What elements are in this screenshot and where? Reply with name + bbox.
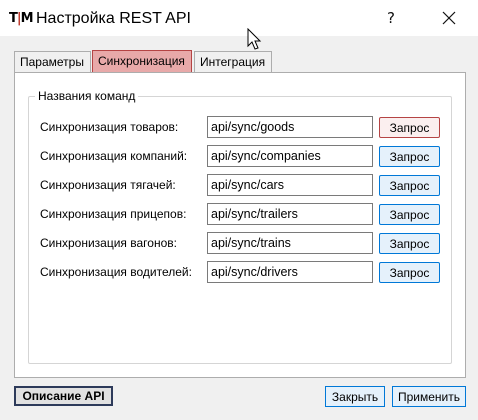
companies-request-button[interactable]: Запрос xyxy=(379,146,440,167)
window-title: Настройка REST API xyxy=(36,10,191,27)
row-label: Синхронизация компаний: xyxy=(40,149,188,163)
row-companies: Синхронизация компаний: Запрос xyxy=(29,145,453,167)
help-icon: ? xyxy=(387,9,395,27)
trains-request-button[interactable]: Запрос xyxy=(379,233,440,254)
drivers-request-button[interactable]: Запрос xyxy=(379,262,440,283)
goods-request-button[interactable]: Запрос xyxy=(379,117,440,138)
row-trailers: Синхронизация прицепов: Запрос xyxy=(29,203,453,225)
row-label: Синхронизация водителей: xyxy=(40,265,192,279)
row-label: Синхронизация прицепов: xyxy=(40,207,187,221)
close-button[interactable]: Закрыть xyxy=(325,386,385,407)
sync-tab-panel: Названия команд Синхронизация товаров: З… xyxy=(14,72,466,378)
rest-api-settings-window: T|M Настройка REST API ? Параметры Синхр… xyxy=(0,0,478,420)
drivers-endpoint-input[interactable] xyxy=(207,261,373,283)
row-goods: Синхронизация товаров: Запрос xyxy=(29,116,453,138)
row-label: Синхронизация товаров: xyxy=(40,120,179,134)
help-button[interactable]: ? xyxy=(368,0,414,36)
tab-synchronization[interactable]: Синхронизация xyxy=(92,50,192,73)
goods-endpoint-input[interactable] xyxy=(207,116,373,138)
cars-endpoint-input[interactable] xyxy=(207,174,373,196)
row-trains: Синхронизация вагонов: Запрос xyxy=(29,232,453,254)
row-label: Синхронизация тягачей: xyxy=(40,178,176,192)
row-label: Синхронизация вагонов: xyxy=(40,236,177,250)
api-description-button[interactable]: Описание API xyxy=(14,386,113,406)
tab-parameters[interactable]: Параметры xyxy=(14,51,91,73)
title-bar: T|M Настройка REST API ? xyxy=(0,0,478,36)
app-logo-icon: T|M xyxy=(9,11,34,26)
trailers-request-button[interactable]: Запрос xyxy=(379,204,440,225)
row-drivers: Синхронизация водителей: Запрос xyxy=(29,261,453,283)
command-names-group: Названия команд Синхронизация товаров: З… xyxy=(28,89,453,364)
trains-endpoint-input[interactable] xyxy=(207,232,373,254)
close-icon xyxy=(442,11,456,25)
apply-button[interactable]: Применить xyxy=(392,386,466,407)
tab-integration[interactable]: Интеграция xyxy=(194,51,272,73)
row-cars: Синхронизация тягачей: Запрос xyxy=(29,174,453,196)
mouse-cursor-icon xyxy=(247,28,262,50)
companies-endpoint-input[interactable] xyxy=(207,145,373,167)
close-window-button[interactable] xyxy=(426,0,472,36)
group-title: Названия команд xyxy=(35,89,139,103)
cars-request-button[interactable]: Запрос xyxy=(379,175,440,196)
trailers-endpoint-input[interactable] xyxy=(207,203,373,225)
